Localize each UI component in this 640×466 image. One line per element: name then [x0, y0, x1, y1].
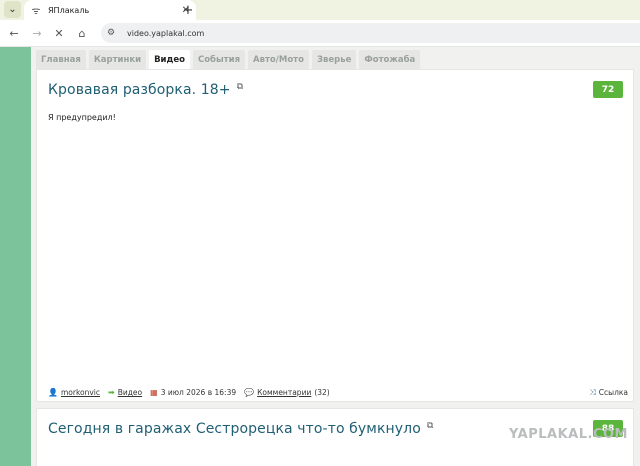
comments-link[interactable]: Комментарии [257, 388, 311, 397]
post-title-row: Кровавая разборка. 18+ ⧉ [48, 82, 243, 98]
back-icon[interactable]: ← [6, 25, 22, 41]
nav-tab-main[interactable]: Главная [36, 50, 86, 69]
watermark: YAPLAKAL.COM [509, 427, 628, 442]
nav-tab-video[interactable]: Видео [149, 50, 190, 69]
post-meta: 👤 morkonvic ➡ Видео ▦ 3 июл 2026 в 16:39… [48, 388, 628, 398]
calendar-icon: ▦ [150, 388, 158, 397]
left-sidebar-strip [0, 47, 31, 466]
post-date: 3 июл 2026 в 16:39 [160, 388, 237, 397]
share-link[interactable]: ⤨ Ссылка [589, 388, 628, 398]
open-new-window-icon[interactable]: ⧉ [237, 82, 244, 92]
nav-tab-pictures[interactable]: Картинки [88, 50, 147, 69]
nav-tab-events[interactable]: События [192, 50, 246, 69]
author-link[interactable]: morkonvic [61, 388, 100, 397]
nav-tab-animals[interactable]: Зверье [311, 50, 357, 69]
browser-tab[interactable]: ᯤ ЯПлакаль ✕ [24, 0, 196, 20]
browser-toolbar: ← → ✕ ⌂ ⚙ video.yaplakal.com [0, 20, 640, 47]
tab-strip: ⌄ ᯤ ЯПлакаль ✕ + [0, 0, 640, 20]
post-title-link[interactable]: Кровавая разборка. 18+ [48, 82, 231, 98]
user-icon: 👤 [48, 388, 58, 397]
comments-count: (32) [314, 388, 330, 397]
stop-loading-icon[interactable]: ✕ [51, 25, 67, 41]
site-settings-icon[interactable]: ⚙ [107, 28, 121, 38]
share-icon: ⤨ [589, 387, 596, 397]
nav-tab-auto[interactable]: Авто/Мото [248, 50, 309, 69]
url-text: video.yaplakal.com [127, 28, 205, 38]
post-title-link[interactable]: Сегодня в гаражах Сестрорецка что-то бум… [48, 421, 421, 437]
home-icon[interactable]: ⌂ [74, 25, 90, 41]
post-title-row: Сегодня в гаражах Сестрорецка что-то бум… [48, 421, 433, 437]
nav-tab-photoshop[interactable]: Фотожаба [359, 50, 421, 69]
section-link[interactable]: Видео [118, 388, 142, 397]
wifi-icon: ᯤ [31, 6, 41, 17]
rating-badge[interactable]: 72 [593, 81, 623, 98]
address-bar[interactable]: ⚙ video.yaplakal.com [101, 23, 640, 43]
open-new-window-icon[interactable]: ⧉ [427, 421, 434, 431]
arrow-right-icon: ➡ [108, 388, 115, 397]
site-nav: Главная Картинки Видео События Авто/Мото… [36, 50, 421, 69]
post-body-text: Я предупредил! [48, 113, 116, 122]
forward-icon[interactable]: → [29, 25, 45, 41]
tab-title: ЯПлакаль [48, 5, 90, 15]
share-label: Ссылка [598, 388, 628, 397]
tab-search-chevron-icon[interactable]: ⌄ [4, 1, 21, 18]
post-card: Кровавая разборка. 18+ ⧉ 72 Я предупредил… [36, 69, 634, 402]
new-tab-icon[interactable]: + [180, 0, 196, 20]
comment-icon: 💬 [244, 388, 255, 397]
